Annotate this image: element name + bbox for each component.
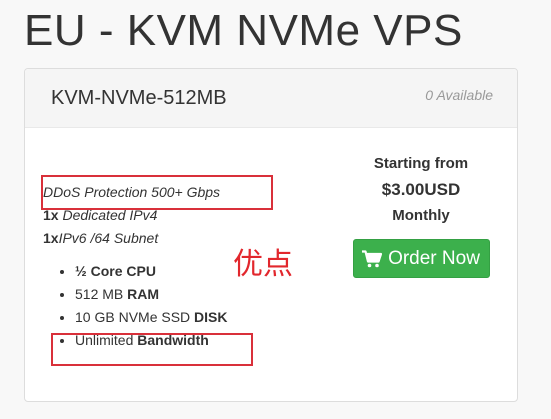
cart-icon: [362, 249, 383, 267]
ipv6-quantity: 1x: [43, 230, 59, 246]
order-now-button[interactable]: Order Now: [352, 239, 490, 278]
availability-label: 0 Available: [425, 87, 493, 103]
ipv6-label: IPv6 /64 Subnet: [58, 230, 159, 246]
price-value: $3.00USD: [381, 180, 461, 199]
annotation-text: 优点: [233, 247, 293, 282]
starting-from-label: Starting from: [373, 155, 469, 172]
spec-disk-value: 10 GB NVMe SSD: [75, 309, 191, 325]
billing-cycle: Monthly: [392, 207, 450, 224]
spec-disk-label: DISK: [194, 309, 228, 325]
page-title: EU - KVM NVMe VPS: [24, 6, 463, 55]
spec-ram-value: 512 MB: [75, 286, 124, 302]
product-name: KVM-NVMe-512MB: [51, 87, 227, 109]
product-card-header: KVM-NVMe-512MB 0 Available: [25, 69, 517, 128]
pricing-block: Starting from $3.00USD Monthly Order Now: [343, 153, 499, 278]
spec-ram-label: RAM: [127, 286, 160, 302]
product-card: KVM-NVMe-512MB 0 Available DDoS Protecti…: [24, 68, 518, 402]
spec-item-disk: 10 GB NVMe SSD DISK: [75, 306, 303, 329]
page: EU - KVM NVMe VPS KVM-NVMe-512MB 0 Avail…: [0, 0, 551, 419]
spec-cpu-label: Core CPU: [90, 263, 156, 279]
spec-cpu-value: ½: [75, 263, 87, 279]
spec-item-ram: 512 MB RAM: [75, 283, 303, 306]
bandwidth-highlight-box: [51, 333, 253, 366]
ddos-highlight-box: [41, 175, 273, 210]
order-now-label: Order Now: [388, 247, 480, 269]
